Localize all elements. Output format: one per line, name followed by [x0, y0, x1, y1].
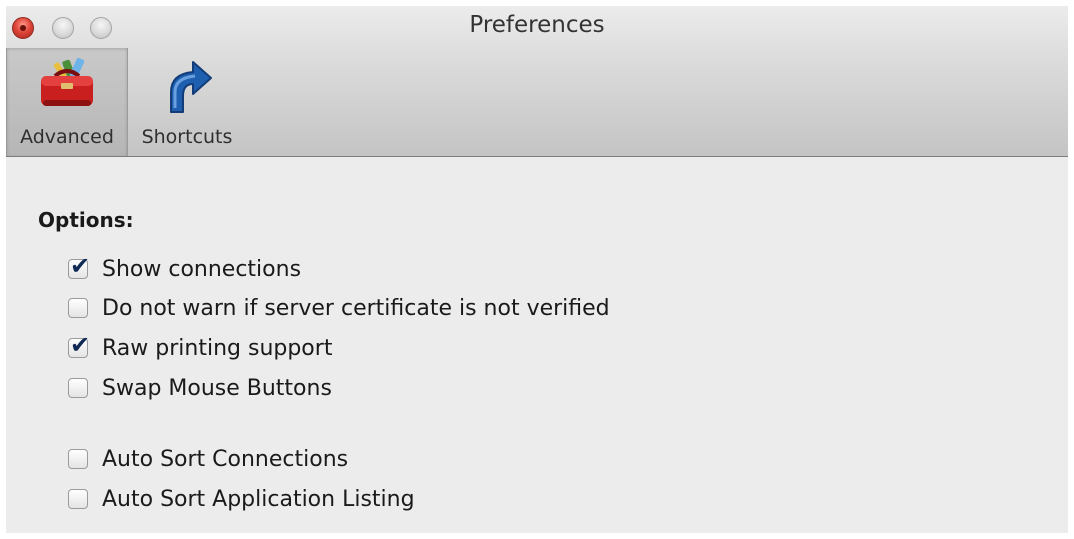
toolbox-icon [41, 57, 93, 106]
option-raw-printing-support[interactable]: ✔ Raw printing support [68, 331, 333, 362]
checkmark-icon: ✔ [70, 331, 91, 359]
preferences-window: Preferences Advanced Shortcuts Options: … [6, 6, 1068, 533]
option-label: Raw printing support [102, 335, 333, 361]
option-label: Auto Sort Connections [102, 446, 349, 472]
option-auto-sort-connections[interactable]: Auto Sort Connections [68, 445, 348, 473]
option-label: Swap Mouse Buttons [102, 375, 332, 401]
option-swap-mouse-buttons[interactable]: Swap Mouse Buttons [68, 374, 332, 402]
option-label: Show connections [102, 256, 302, 282]
toolbar-shortcuts-button[interactable]: Shortcuts [132, 48, 242, 156]
shortcut-arrow-icon [170, 61, 212, 113]
toolbar-advanced-label: Advanced [20, 126, 114, 148]
toolbar-advanced-button[interactable]: Advanced [6, 48, 128, 156]
options-heading: Options: [38, 208, 134, 232]
do-not-warn-certificate-checkbox[interactable] [68, 298, 88, 318]
option-label: Auto Sort Application Listing [102, 486, 415, 512]
swap-mouse-buttons-checkbox[interactable] [68, 378, 88, 398]
checkmark-icon: ✔ [70, 252, 91, 280]
option-show-connections[interactable]: ✔ Show connections [68, 252, 302, 283]
title-toolbar-area: Preferences Advanced Shortcuts [6, 6, 1068, 157]
option-do-not-warn-certificate[interactable]: Do not warn if server certificate is not… [68, 294, 610, 322]
toolbar-shortcuts-label: Shortcuts [141, 126, 233, 148]
window-title: Preferences [469, 12, 605, 38]
auto-sort-application-listing-checkbox[interactable] [68, 489, 88, 509]
raw-printing-support-checkbox[interactable]: ✔ [68, 331, 90, 359]
preferences-content: Options: ✔ Show connections Do not warn … [6, 157, 1068, 533]
option-auto-sort-application-listing[interactable]: Auto Sort Application Listing [68, 485, 415, 513]
show-connections-checkbox[interactable]: ✔ [68, 252, 90, 280]
auto-sort-connections-checkbox[interactable] [68, 449, 88, 469]
option-label: Do not warn if server certificate is not… [102, 295, 610, 321]
